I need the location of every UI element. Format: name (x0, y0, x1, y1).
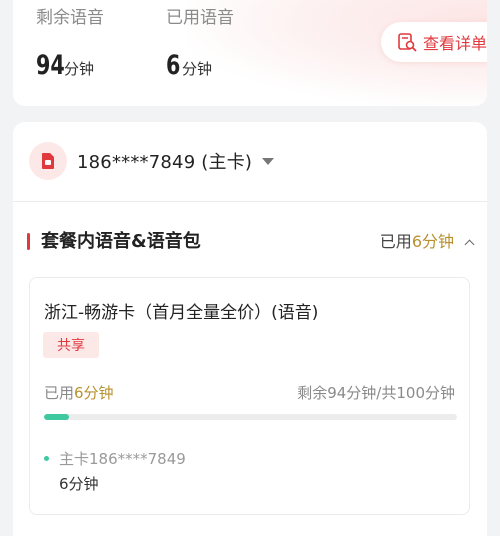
view-details-button[interactable]: 查看详单 (381, 22, 487, 62)
used-voice-value: 6 (166, 50, 181, 81)
usage-progress-fill (44, 414, 69, 420)
sim-card-icon (29, 142, 67, 180)
plan-name: 浙江-畅游卡（首月全量全价）(语音) (44, 303, 319, 323)
member-line: 主卡186****7849 (44, 448, 186, 469)
section-header[interactable]: 套餐内语音&语音包 已用 6分钟 (27, 228, 475, 256)
divider (13, 201, 487, 202)
chevron-down-icon[interactable] (262, 157, 275, 165)
member-dot (44, 456, 49, 461)
remaining-voice-stat: 剩余语音 94 分钟 (36, 6, 104, 81)
voice-summary-card: 剩余语音 94 分钟 已用语音 6 分钟 查看详单 (13, 0, 487, 106)
section-used-value: 6分钟 (411, 232, 454, 251)
plan-used-prefix: 已用 (44, 384, 75, 402)
used-voice-label: 已用语音 (166, 8, 234, 28)
view-details-label: 查看详单 (423, 34, 487, 53)
shared-badge: 共享 (43, 332, 99, 358)
account-number: 186****7849 (主卡) (77, 152, 253, 173)
member-label: 主卡186****7849 (59, 450, 186, 468)
search-document-icon (397, 32, 417, 52)
used-voice-unit: 分钟 (182, 60, 213, 78)
chevron-up-icon[interactable] (464, 239, 475, 249)
voice-detail-card: 186****7849 (主卡) 套餐内语音&语音包 已用 6分钟 浙江-畅游卡… (13, 122, 487, 536)
remaining-voice-label: 剩余语音 (36, 8, 104, 28)
plan-card: 浙江-畅游卡（首月全量全价）(语音) 共享 已用6分钟 剩余94分钟/共100分… (29, 277, 470, 515)
plan-used: 已用6分钟 (44, 382, 114, 403)
section-accent-bar (27, 233, 30, 250)
plan-used-value: 6分钟 (74, 384, 114, 402)
used-voice-stat: 已用语音 6 分钟 (166, 6, 234, 81)
plan-remaining: 剩余94分钟/共100分钟 (297, 384, 455, 402)
section-used-prefix: 已用 (379, 232, 412, 251)
remaining-voice-unit: 分钟 (64, 60, 95, 78)
usage-progress-bar (44, 414, 457, 420)
section-title: 套餐内语音&语音包 (41, 231, 201, 252)
remaining-voice-value: 94 (36, 50, 65, 81)
account-selector[interactable]: 186****7849 (主卡) (29, 142, 275, 180)
section-used: 已用 6分钟 (379, 228, 475, 256)
member-usage: 6分钟 (59, 475, 99, 493)
